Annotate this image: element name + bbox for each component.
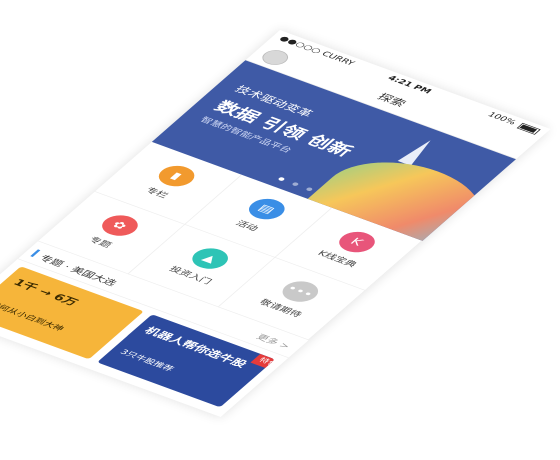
k-line-book-icon: K xyxy=(331,227,382,256)
tower-illustration xyxy=(397,137,438,166)
carousel-dot[interactable] xyxy=(277,176,286,182)
carousel-dot[interactable] xyxy=(291,181,300,187)
phone-screen: ●●○○○ CURRY 4:21 PM 100% 探索 技术驱动变革 数据 引领… xyxy=(0,30,551,417)
section-accent xyxy=(30,249,41,257)
stage: ●●○○○ CURRY 4:21 PM 100% 探索 技术驱动变革 数据 引领… xyxy=(0,0,560,460)
red-tag: 特色 xyxy=(250,353,276,372)
card-subtitle: 如何从小白到大神 xyxy=(0,300,67,333)
topic-icon: ✿ xyxy=(94,211,145,240)
activity-icon: ▤ xyxy=(241,194,292,223)
more-icon: ••• xyxy=(275,277,325,306)
card-subtitle: 3只牛股推荐 xyxy=(117,348,176,373)
column-icon: ▮ xyxy=(151,161,201,190)
invest-intro-icon: ▲ xyxy=(185,244,235,273)
carousel-dot[interactable] xyxy=(305,186,314,192)
card-title: 1千 → 6万 xyxy=(10,276,81,308)
